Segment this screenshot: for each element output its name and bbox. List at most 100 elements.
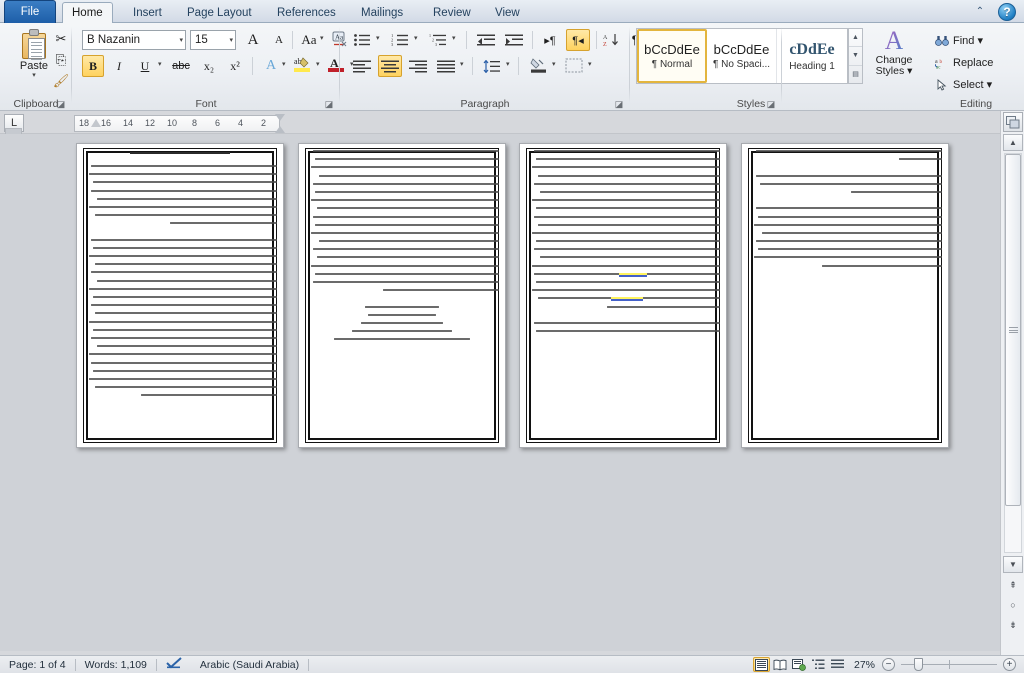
horizontal-ruler[interactable]: 18 16 14 12 10 8 6 4 2: [74, 114, 285, 133]
styles-gallery[interactable]: bCcDdEe ¶ Normal bCcDdEe ¶ No Spaci... c…: [636, 28, 848, 84]
borders-caret-icon[interactable]: ▾: [588, 61, 592, 68]
view-web-layout[interactable]: [791, 657, 808, 672]
tab-insert[interactable]: Insert: [124, 2, 171, 23]
style-heading-1[interactable]: cDdEe Heading 1: [777, 29, 847, 83]
font-size-caret-icon[interactable]: ▾: [229, 36, 233, 44]
help-icon[interactable]: ?: [998, 3, 1016, 21]
select-browse-object-button[interactable]: ○: [1005, 597, 1021, 613]
select-button[interactable]: Select ▾: [932, 74, 1020, 95]
paragraph-dialog-launcher[interactable]: ◪: [614, 99, 624, 109]
proofing-status[interactable]: [157, 657, 191, 673]
underline-caret-icon[interactable]: ▾: [158, 61, 162, 68]
replace-button[interactable]: a b ac Replace: [932, 52, 1020, 73]
view-full-screen-reading[interactable]: [772, 657, 789, 672]
zoom-slider-handle[interactable]: [914, 658, 923, 671]
bold-button[interactable]: B: [82, 55, 104, 77]
multilevel-list-icon[interactable]: 123: [426, 29, 450, 51]
styles-scroll-down-icon[interactable]: ▼: [849, 47, 862, 66]
tab-view[interactable]: View: [486, 2, 529, 23]
left-to-right-text-icon[interactable]: ▸¶: [538, 29, 562, 51]
text-effects-icon[interactable]: A: [260, 55, 282, 77]
font-name-caret-icon[interactable]: ▾: [179, 36, 183, 44]
multilevel-caret-icon[interactable]: ▾: [452, 35, 456, 42]
find-button[interactable]: Find ▾: [932, 30, 1020, 51]
align-center-icon[interactable]: [378, 55, 402, 77]
line-spacing-caret-icon[interactable]: ▾: [506, 61, 510, 68]
view-draft[interactable]: [829, 657, 846, 672]
view-outline[interactable]: [810, 657, 827, 672]
document-page-4[interactable]: [741, 143, 949, 448]
shrink-font-icon[interactable]: A: [268, 29, 290, 51]
increase-indent-icon[interactable]: [502, 29, 526, 51]
split-window-icon[interactable]: [1003, 112, 1023, 132]
numbering-icon[interactable]: 123: [388, 29, 412, 51]
subscript-button[interactable]: x₂: [198, 55, 220, 77]
align-left-icon[interactable]: [350, 55, 374, 77]
zoom-level[interactable]: 27%: [847, 659, 882, 671]
line-spacing-icon[interactable]: [480, 55, 504, 77]
format-painter-icon[interactable]: 🖌: [50, 70, 72, 91]
tab-file[interactable]: File: [4, 0, 56, 23]
scroll-up-button[interactable]: ▲: [1003, 134, 1023, 151]
justify-icon[interactable]: [434, 55, 458, 77]
italic-button[interactable]: I: [108, 55, 130, 77]
document-canvas[interactable]: [0, 134, 1000, 651]
scroll-thumb[interactable]: [1005, 154, 1021, 506]
text-effects-caret-icon[interactable]: ▾: [282, 61, 286, 68]
zoom-out-button[interactable]: −: [882, 658, 895, 671]
cut-icon[interactable]: ✂: [50, 28, 72, 49]
styles-scroll-up-icon[interactable]: ▲: [849, 29, 862, 48]
bullets-icon[interactable]: [350, 29, 374, 51]
strikethrough-button[interactable]: abc: [168, 55, 194, 77]
styles-more-icon[interactable]: ▤: [849, 66, 862, 83]
shading-icon[interactable]: [526, 54, 550, 76]
bullets-caret-icon[interactable]: ▾: [376, 35, 380, 42]
page-number-status[interactable]: Page: 1 of 4: [0, 657, 75, 673]
grow-font-icon[interactable]: A: [242, 29, 264, 51]
collapse-ribbon-icon[interactable]: ⌃: [972, 4, 988, 19]
styles-dialog-launcher[interactable]: ◪: [766, 99, 776, 109]
zoom-in-button[interactable]: +: [1003, 658, 1016, 671]
shading-caret-icon[interactable]: ▾: [552, 61, 556, 68]
change-case-caret-icon[interactable]: ▾: [320, 35, 324, 42]
document-page-2[interactable]: [298, 143, 506, 448]
tab-home[interactable]: Home: [62, 2, 113, 24]
styles-gallery-scroll[interactable]: ▲ ▼ ▤: [848, 28, 863, 84]
vertical-scrollbar[interactable]: ▲ ▼ ⇞ ○ ⇟: [1000, 111, 1024, 657]
previous-page-button[interactable]: ⇞: [1005, 577, 1021, 593]
document-page-3[interactable]: [519, 143, 727, 448]
tab-mailings[interactable]: Mailings: [352, 2, 412, 23]
right-to-left-text-icon[interactable]: ¶◂: [566, 29, 590, 51]
decrease-indent-icon[interactable]: [474, 29, 498, 51]
superscript-button[interactable]: x²: [224, 55, 246, 77]
left-indent-marker[interactable]: [91, 119, 101, 127]
view-print-layout[interactable]: [752, 657, 770, 672]
font-size-input[interactable]: 15 ▾: [190, 30, 236, 50]
sort-icon[interactable]: AZ: [600, 29, 622, 51]
highlighted-hyperlink-text[interactable]: [619, 272, 648, 275]
paste-caret-icon[interactable]: ▾: [32, 72, 36, 79]
change-styles-button[interactable]: A Change Styles ▾: [866, 27, 922, 93]
change-case-icon[interactable]: Aa: [298, 29, 320, 51]
style-normal[interactable]: bCcDdEe ¶ Normal: [637, 29, 707, 83]
highlighted-hyperlink-text[interactable]: [610, 297, 644, 300]
language-status[interactable]: Arabic (Saudi Arabia): [191, 657, 308, 673]
tab-references[interactable]: References: [268, 2, 345, 23]
scroll-track[interactable]: [1004, 153, 1022, 553]
scroll-down-button[interactable]: ▼: [1003, 556, 1023, 573]
copy-icon[interactable]: ⎘: [50, 49, 72, 70]
next-page-button[interactable]: ⇟: [1005, 617, 1021, 633]
style-no-spacing[interactable]: bCcDdEe ¶ No Spaci...: [707, 29, 777, 83]
underline-button[interactable]: U: [134, 55, 156, 77]
word-count-status[interactable]: Words: 1,109: [76, 657, 156, 673]
align-right-icon[interactable]: [406, 55, 430, 77]
hanging-indent-marker[interactable]: [275, 126, 285, 133]
highlight-color-icon[interactable]: ab: [290, 53, 314, 75]
justify-caret-icon[interactable]: ▾: [460, 61, 464, 68]
zoom-slider[interactable]: [901, 658, 997, 671]
document-page-1[interactable]: [76, 143, 284, 448]
font-dialog-launcher[interactable]: ◪: [324, 99, 334, 109]
numbering-caret-icon[interactable]: ▾: [414, 35, 418, 42]
tab-page-layout[interactable]: Page Layout: [178, 2, 261, 23]
first-line-indent-marker[interactable]: [275, 114, 285, 121]
